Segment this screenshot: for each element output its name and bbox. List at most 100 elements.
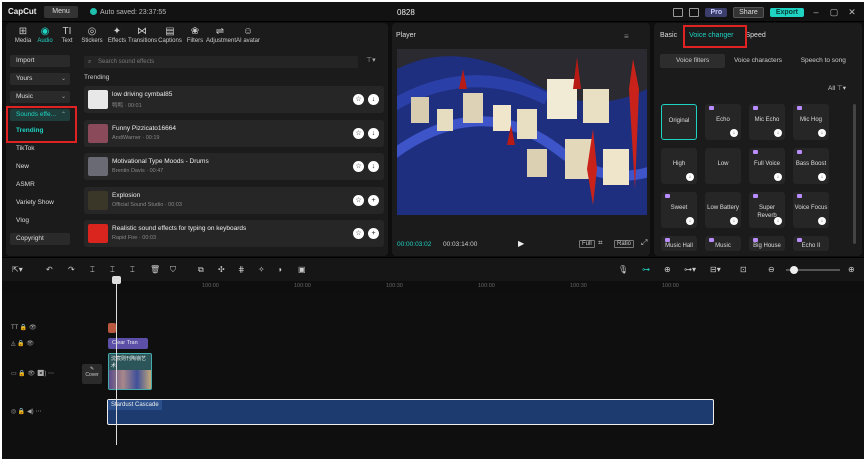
- audio-wave-icon[interactable]: ◗: [278, 265, 283, 274]
- download-icon[interactable]: ↓: [368, 161, 379, 172]
- sticker-clip[interactable]: [108, 323, 116, 333]
- zoom-slider[interactable]: [786, 266, 840, 274]
- subtab-voice-filters[interactable]: Voice filters: [660, 54, 726, 68]
- download-icon[interactable]: ↓: [730, 129, 738, 137]
- sound-item[interactable]: Realistic sound effects for typing on ke…: [84, 220, 384, 247]
- playhead[interactable]: [116, 277, 117, 445]
- crop-icon[interactable]: ⌗: [596, 238, 605, 248]
- zoom-out-icon[interactable]: ⊖: [768, 265, 775, 274]
- player-menu-icon[interactable]: ≡: [624, 32, 629, 41]
- voice-mic-echo[interactable]: Mic Echo ↓: [749, 104, 785, 140]
- download-icon[interactable]: ↓: [818, 129, 826, 137]
- voice-music-hall[interactable]: Music Hall: [661, 236, 697, 251]
- voice-low-battery[interactable]: Low Battery ↓: [705, 192, 741, 228]
- voice-big-house[interactable]: Big House: [749, 236, 785, 251]
- maximize-icon[interactable]: ▢: [828, 7, 840, 18]
- sound-item[interactable]: Motivational Type Moods - Drums Brentin D…: [84, 153, 384, 180]
- shortcut-icon[interactable]: [689, 7, 700, 17]
- download-icon[interactable]: ↓: [368, 127, 379, 139]
- media-icon[interactable]: ⧉: [198, 265, 204, 275]
- export-button[interactable]: Export: [769, 7, 804, 17]
- link-icon[interactable]: ⊶: [642, 265, 650, 274]
- split-left-icon[interactable]: ⌶: [110, 265, 115, 275]
- crop-icon[interactable]: ⋕: [238, 265, 245, 274]
- full-button[interactable]: Full: [579, 240, 595, 248]
- magnet-icon[interactable]: ⊕: [664, 265, 671, 274]
- favorite-icon[interactable]: ☆: [353, 127, 364, 139]
- layout-icon[interactable]: [673, 7, 684, 17]
- image-icon[interactable]: ▣: [298, 265, 306, 274]
- freeze-icon[interactable]: ✣: [218, 265, 225, 274]
- search-input[interactable]: ⌕ Search sound effects: [84, 56, 358, 68]
- download-icon[interactable]: ↓: [368, 94, 379, 105]
- mark-icon[interactable]: ⛉: [170, 265, 176, 275]
- subtab-voice-characters[interactable]: Voice characters: [725, 54, 790, 68]
- voice-mic-hog[interactable]: Mic Hog ↓: [793, 104, 829, 140]
- sound-item[interactable]: Explosion Official Sound Studio · 00:03 ☆ +: [84, 186, 384, 214]
- preview-axis-icon[interactable]: ⊟▾: [710, 265, 721, 274]
- voice-super-reverb[interactable]: Super Reverb ↓: [749, 192, 785, 228]
- menu-button[interactable]: Menu: [44, 6, 78, 18]
- pro-button[interactable]: Pro: [705, 7, 728, 17]
- subnav-asmr[interactable]: ASMR: [10, 177, 74, 195]
- music-button[interactable]: Music ⌄: [10, 91, 70, 103]
- voice-sweet[interactable]: Sweet ↓: [661, 192, 697, 228]
- play-icon[interactable]: ▶: [518, 239, 524, 248]
- voice-original[interactable]: Original: [661, 104, 697, 140]
- toolbar-adjustment[interactable]: ⇌ Adjustment: [206, 26, 236, 44]
- zoom-thumb[interactable]: [790, 266, 798, 274]
- minimize-icon[interactable]: –: [810, 7, 822, 17]
- undo-icon[interactable]: ↶: [46, 265, 53, 274]
- subnav-vlog[interactable]: Vlog: [10, 213, 74, 231]
- zoom-in-icon[interactable]: ⊕: [848, 265, 855, 274]
- effect-clip[interactable]: Clear Tran: [108, 338, 148, 349]
- voice-voice-focus[interactable]: Voice Focus ↓: [793, 192, 829, 228]
- tab-basic[interactable]: Basic: [660, 32, 677, 39]
- voice-bass-boost[interactable]: Bass Boost ↓: [793, 148, 829, 184]
- voice-low[interactable]: Low: [705, 148, 741, 184]
- toolbar-captions[interactable]: ▤ Captions: [156, 26, 184, 44]
- cover-button[interactable]: ✎ Cover: [82, 364, 102, 384]
- download-icon[interactable]: ↓: [774, 217, 782, 225]
- select-icon[interactable]: ⇱▾: [12, 265, 23, 274]
- sound-item[interactable]: low driving cymbal85 鸭鸭 · 00:01 ☆ ↓: [84, 86, 384, 113]
- video-clip[interactable]: 沈宸则刊陶嶺艺术: [108, 353, 152, 390]
- favorite-icon[interactable]: ☆: [353, 194, 364, 206]
- subnav-new[interactable]: New: [10, 159, 74, 177]
- download-icon[interactable]: ↓: [686, 217, 694, 225]
- favorite-icon[interactable]: ☆: [353, 228, 364, 239]
- sound-item[interactable]: Funny Pizzicato16664 AndiWarner · 00:19 ☆ ↓: [84, 119, 384, 147]
- ratio-button[interactable]: Ratio: [614, 240, 635, 248]
- favorite-icon[interactable]: ☆: [353, 161, 364, 172]
- delete-icon[interactable]: 🗑: [150, 265, 160, 274]
- subtab-speech-to-song[interactable]: Speech to song: [791, 54, 856, 68]
- timeline-ruler[interactable]: 100:00 100:00 100:30 100:00 100:30 100:00: [2, 281, 864, 293]
- add-icon[interactable]: +: [368, 228, 379, 239]
- import-button[interactable]: Import: [10, 55, 70, 67]
- download-icon[interactable]: ↓: [818, 173, 826, 181]
- playhead-handle[interactable]: [112, 276, 121, 284]
- download-icon[interactable]: ↓: [774, 173, 782, 181]
- download-icon[interactable]: ↓: [730, 217, 738, 225]
- download-icon[interactable]: ↓: [818, 217, 826, 225]
- voice-full-voice[interactable]: Full Voice ↓: [749, 148, 785, 184]
- share-button[interactable]: Share: [733, 6, 764, 18]
- toolbar-filters[interactable]: ❀ Filters: [184, 26, 206, 44]
- subnav-tiktok[interactable]: TikTok: [10, 141, 74, 159]
- toolbar-effects[interactable]: ✦ Effects: [106, 26, 128, 44]
- toolbar-text[interactable]: TI Text: [56, 26, 78, 44]
- voice-high[interactable]: High ↓: [661, 148, 697, 184]
- toolbar-stickers[interactable]: ◎ Stickers: [78, 26, 106, 44]
- fullscreen-icon[interactable]: ⤢: [639, 238, 649, 248]
- tab-speed[interactable]: Speed: [746, 32, 766, 39]
- yours-button[interactable]: Yours ⌄: [10, 73, 70, 85]
- chain-icon[interactable]: ⊶▾: [684, 265, 696, 274]
- redo-icon[interactable]: ↷: [68, 265, 75, 274]
- close-icon[interactable]: ✕: [846, 7, 858, 18]
- audio-clip[interactable]: Stardust Cascade: [107, 399, 714, 425]
- voice-scrollbar[interactable]: [853, 104, 856, 244]
- copyright-button[interactable]: Copyright: [10, 233, 70, 245]
- split-icon[interactable]: ⌶: [90, 265, 95, 275]
- toolbar-transitions[interactable]: ⋈ Transitions: [128, 26, 157, 44]
- favorite-icon[interactable]: ☆: [353, 94, 364, 105]
